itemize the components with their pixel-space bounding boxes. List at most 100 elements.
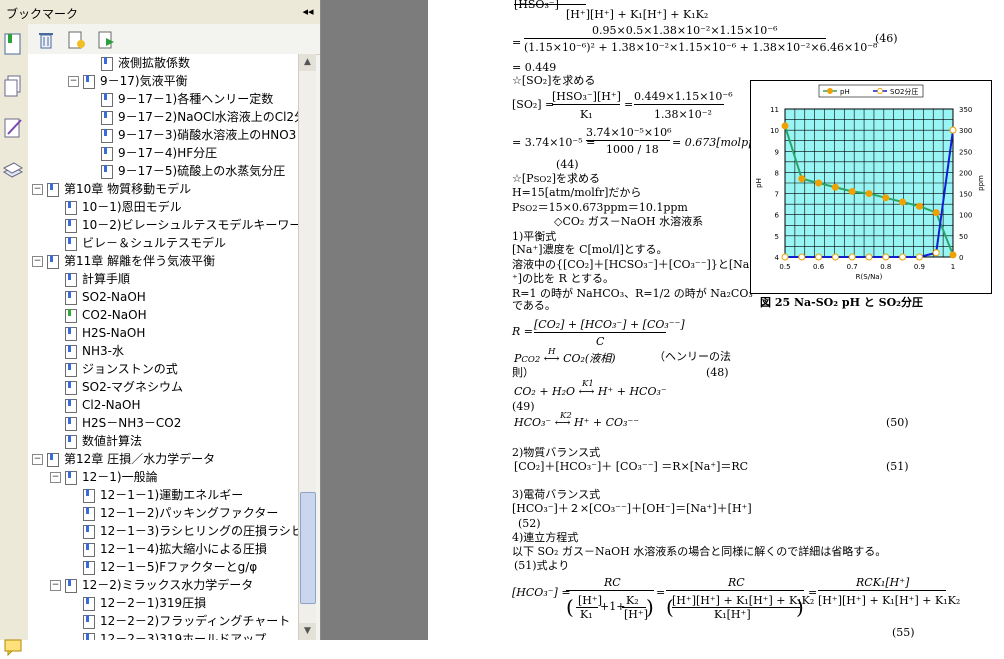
pages-tab-icon[interactable] bbox=[2, 74, 26, 100]
y2-tick-label: 350 bbox=[959, 106, 972, 114]
bookmark-item[interactable]: H2S-NaOH bbox=[50, 324, 145, 342]
bookmark-item[interactable]: 9－17－3)硝酸水溶液上のHNO3 bbox=[86, 126, 296, 144]
bookmark-item[interactable]: 9－17－2)NaOCl水溶液上のCl2分 bbox=[86, 108, 298, 126]
bookmark-icon bbox=[65, 380, 77, 395]
new-bookmark-icon[interactable] bbox=[66, 30, 86, 50]
doc-text: 3.74×10⁻⁵×10⁶ bbox=[586, 126, 672, 139]
bookmark-item[interactable]: NH3-水 bbox=[50, 342, 124, 360]
panel-header: ブックマーク ◂◂ bbox=[0, 0, 320, 25]
bookmark-icon bbox=[65, 344, 77, 359]
bookmark-item[interactable]: SO2-NaOH bbox=[50, 288, 146, 306]
bookmark-item[interactable]: 10－2)ビレーシュルテスモデルキーワード bbox=[50, 216, 298, 234]
bookmark-icon bbox=[65, 218, 77, 233]
comment-icon[interactable] bbox=[4, 638, 22, 657]
bookmark-icon bbox=[83, 632, 95, 640]
scroll-down-arrow-icon[interactable]: ▼ bbox=[299, 623, 316, 640]
chart-svg: 4 5 6 7 8 9 10 11 0 50 100 150 200 250 300 350 0.5 0.6 0.7… bbox=[755, 84, 985, 281]
bookmark-label: 9－17－4)HF分圧 bbox=[118, 146, 218, 160]
data-point bbox=[848, 187, 856, 195]
data-point bbox=[831, 253, 839, 261]
y-axis-label: pH bbox=[755, 178, 763, 188]
bookmark-label: 第11章 解離を伴う気液平衡 bbox=[64, 254, 216, 268]
equation-number: (51) bbox=[886, 460, 909, 473]
scroll-up-arrow-icon[interactable]: ▲ bbox=[299, 54, 316, 71]
bookmark-item[interactable]: 12－1－5)Fファクターとg/φ bbox=[68, 558, 257, 576]
bookmark-icon bbox=[65, 290, 77, 305]
bookmark-item[interactable]: 12－1－1)運動エネルギー bbox=[68, 486, 243, 504]
bookmarks-tab-icon[interactable] bbox=[2, 32, 26, 58]
bookmark-item[interactable]: 12－2－3)319ホールドアップ bbox=[68, 630, 266, 640]
bookmark-item[interactable]: 液側拡散係数 bbox=[86, 54, 190, 72]
bookmark-item[interactable]: 9－17－4)HF分圧 bbox=[86, 144, 217, 162]
bookmark-label: 12－1－1)運動エネルギー bbox=[100, 488, 244, 502]
collapse-toggle-icon[interactable]: − bbox=[50, 472, 61, 483]
collapse-panel-button[interactable]: ◂◂ bbox=[300, 4, 316, 20]
bookmark-item[interactable]: − 12－1)一般論 bbox=[50, 468, 158, 486]
bookmark-label: 9－17－2)NaOCl水溶液上のCl2分 bbox=[118, 110, 298, 124]
bookmark-item[interactable]: − 12－2)ミラックス水力学データ bbox=[50, 576, 253, 594]
bookmark-item[interactable]: − 9－17)気液平衡 bbox=[68, 72, 188, 90]
bookmark-item[interactable]: − 第12章 圧損／水力学データ bbox=[32, 450, 215, 468]
bookmark-icon bbox=[65, 326, 77, 341]
bookmark-item[interactable]: 9－17－1)各種ヘンリー定数 bbox=[86, 90, 273, 108]
bookmark-icon bbox=[83, 560, 95, 575]
data-point bbox=[899, 253, 907, 261]
chart-caption: 図 25 Na-SO₂ pH と SO₂分圧 bbox=[760, 296, 923, 309]
bookmarks-toolbar bbox=[28, 24, 320, 55]
collapse-toggle-icon[interactable]: − bbox=[68, 76, 79, 87]
bookmark-item[interactable]: 12－1－3)ラシヒリングの圧損ラシヒリング bbox=[68, 522, 298, 540]
doc-text: [H⁺][H⁺] + K₁[H⁺] + K₁K₂ bbox=[672, 594, 815, 607]
layers-tab-icon[interactable] bbox=[2, 158, 26, 184]
doc-text: 0.95×0.5×1.38×10⁻²×1.15×10⁻⁶ bbox=[592, 24, 778, 37]
doc-text: 則） bbox=[512, 366, 534, 379]
doc-text: RCK₁[H⁺] bbox=[856, 576, 910, 589]
bookmark-icon bbox=[101, 128, 113, 143]
bookmark-icon bbox=[47, 452, 59, 467]
bookmark-icon bbox=[101, 146, 113, 161]
bookmark-item[interactable]: ビレ－＆シュルテスモデル bbox=[50, 234, 226, 252]
bookmark-item[interactable]: ジョンストンの式 bbox=[50, 360, 178, 378]
bookmark-item[interactable]: 12－2－2)フラッディングチャート bbox=[68, 612, 290, 630]
doc-text: ☆[PSO2]を求める bbox=[512, 172, 601, 185]
scroll-thumb[interactable] bbox=[300, 492, 316, 604]
doc-text: [HSO₃⁻] bbox=[514, 0, 559, 11]
collapse-toggle-icon[interactable]: − bbox=[32, 454, 43, 465]
bookmark-item[interactable]: 10－1)恩田モデル bbox=[50, 198, 182, 216]
collapse-toggle-icon[interactable]: − bbox=[32, 184, 43, 195]
bookmark-item[interactable]: 数値計算法 bbox=[50, 432, 142, 450]
bookmark-icon bbox=[65, 272, 77, 287]
bookmark-item[interactable]: 9－17－5)硫酸上の水蒸気分圧 bbox=[86, 162, 285, 180]
collapse-toggle-icon[interactable]: − bbox=[50, 580, 61, 591]
doc-text: 溶液中の{[CO₂]＋[HCSO₃⁻]＋[CO₃⁻⁻]}と[Na bbox=[512, 258, 750, 271]
bookmark-icon bbox=[65, 434, 77, 449]
doc-text: [CO₂] + [HCO₃⁻] + [CO₃⁻⁻] bbox=[534, 318, 685, 331]
bookmark-item[interactable]: 12－1－4)拡大縮小による圧損 bbox=[68, 540, 267, 558]
bookmark-item[interactable]: − 第10章 物質移動モデル bbox=[32, 180, 191, 198]
doc-text: PCO2 ⟷ CO₂(液相) bbox=[514, 352, 616, 365]
doc-text: = bbox=[624, 98, 634, 111]
doc-text: HCO₃⁻ ⟷ H⁺ + CO₃⁻⁻ bbox=[514, 416, 640, 429]
doc-text: [CO₂]＋[HCO₃⁻]＋ [CO₃⁻⁻] ＝R×[Na⁺]＝RC bbox=[514, 460, 749, 473]
bookmark-item[interactable]: 計算手順 bbox=[50, 270, 130, 288]
expand-bookmark-icon[interactable] bbox=[96, 30, 116, 50]
bookmark-label: 12－2－1)319圧損 bbox=[100, 596, 207, 610]
bookmark-item[interactable]: SO2-マグネシウム bbox=[50, 378, 183, 396]
doc-text: [SO₂] = bbox=[512, 98, 555, 111]
delete-bookmark-icon[interactable] bbox=[36, 30, 56, 50]
bookmark-label: 10－1)恩田モデル bbox=[82, 200, 182, 214]
collapse-toggle-icon[interactable]: − bbox=[32, 256, 43, 267]
doc-text: (1.15×10⁻⁶)² + 1.38×10⁻²×1.15×10⁻⁶ + 1.3… bbox=[524, 41, 878, 54]
doc-text: = bbox=[512, 36, 522, 49]
navigation-side-tabs bbox=[0, 24, 29, 657]
bookmark-item[interactable]: Cl2-NaOH bbox=[50, 396, 140, 414]
bookmark-label: H2S-NaOH bbox=[82, 326, 146, 340]
bookmark-item[interactable]: − 第11章 解離を伴う気液平衡 bbox=[32, 252, 215, 270]
bookmark-item[interactable]: CO2-NaOH bbox=[50, 306, 147, 324]
y-tick-label: 7 bbox=[775, 191, 779, 199]
bookmark-scrollbar[interactable]: ▲ ▼ bbox=[298, 54, 316, 640]
doc-text: ⁺]の比を R とする。 bbox=[512, 272, 615, 285]
bookmark-item[interactable]: 12－2－1)319圧損 bbox=[68, 594, 206, 612]
signatures-tab-icon[interactable] bbox=[2, 116, 26, 142]
bookmark-item[interactable]: 12－1－2)パッキングファクター bbox=[68, 504, 278, 522]
bookmark-item[interactable]: H2S－NH3－CO2 bbox=[50, 414, 181, 432]
